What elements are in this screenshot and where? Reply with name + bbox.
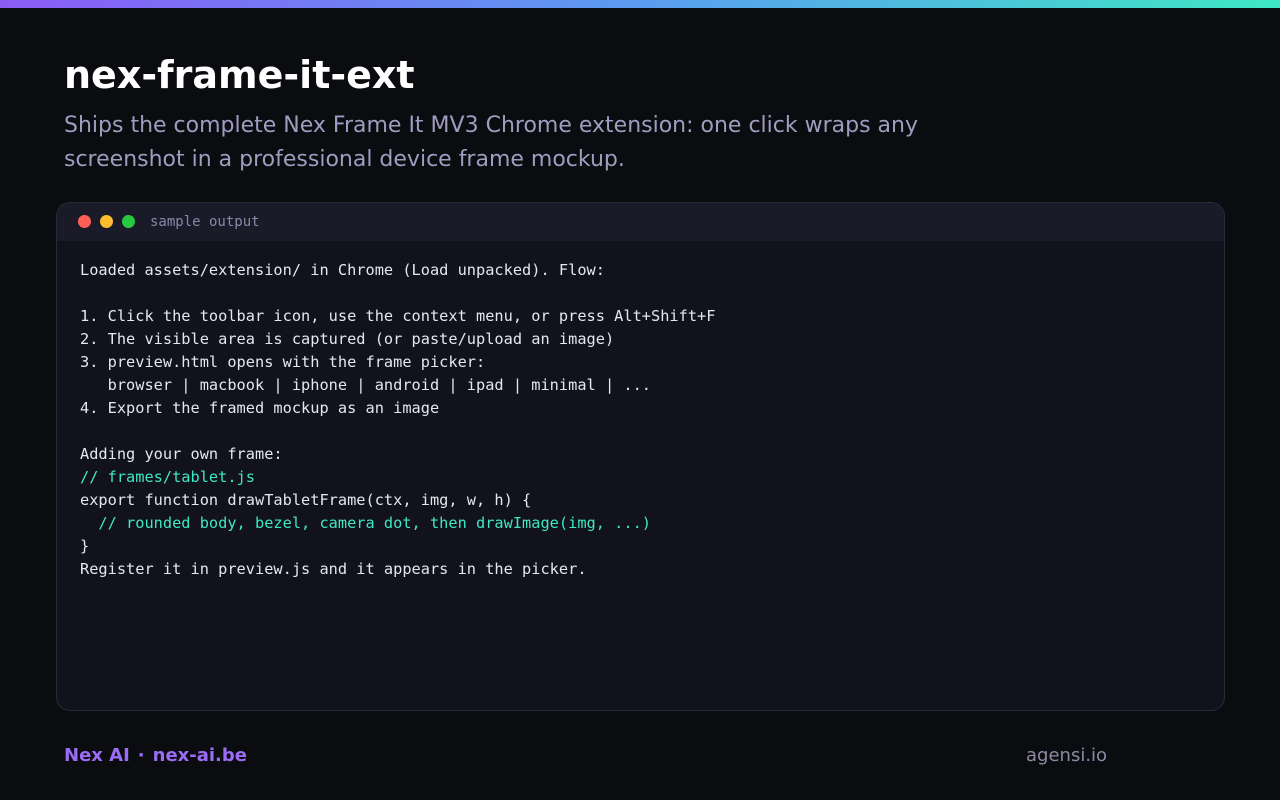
code-line: Loaded assets/extension/ in Chrome (Load…: [80, 261, 605, 279]
sample-output-window: sample output Loaded assets/extension/ i…: [56, 202, 1225, 711]
window-minimize-dot-icon: [100, 215, 113, 228]
code-line: Adding your own frame:: [80, 445, 283, 463]
code-output: Loaded assets/extension/ in Chrome (Load…: [80, 259, 715, 581]
window-label: sample output: [150, 214, 260, 230]
code-line: Register it in preview.js and it appears…: [80, 560, 587, 578]
brand-separator: ·: [137, 745, 145, 766]
code-line: 3. preview.html opens with the frame pic…: [80, 353, 486, 371]
window-title-bar: sample output: [57, 203, 1224, 241]
code-line: 1. Click the toolbar icon, use the conte…: [80, 307, 716, 325]
page-subtitle: Ships the complete Nex Frame It MV3 Chro…: [64, 113, 918, 172]
code-line: 4. Export the framed mockup as an image: [80, 399, 440, 417]
code-line: export function drawTabletFrame(ctx, img…: [80, 491, 532, 509]
code-comment-line: // rounded body, bezel, camera dot, then…: [80, 514, 651, 532]
brand-name: Nex AI: [64, 745, 130, 766]
code-line: 2. The visible area is captured (or past…: [80, 330, 615, 348]
page-title: nex-frame-it-ext: [64, 53, 415, 97]
window-maximize-dot-icon: [122, 215, 135, 228]
top-gradient-bar: [0, 0, 1280, 8]
footer-brand: Nex AI · nex-ai.be: [64, 744, 247, 768]
window-close-dot-icon: [78, 215, 91, 228]
code-line: }: [80, 537, 90, 555]
brand-site-link[interactable]: nex-ai.be: [153, 745, 247, 766]
footer-right-link[interactable]: agensi.io: [1026, 744, 1107, 768]
code-line: browser | macbook | iphone | android | i…: [80, 376, 651, 394]
code-comment-line: // frames/tablet.js: [80, 468, 255, 486]
